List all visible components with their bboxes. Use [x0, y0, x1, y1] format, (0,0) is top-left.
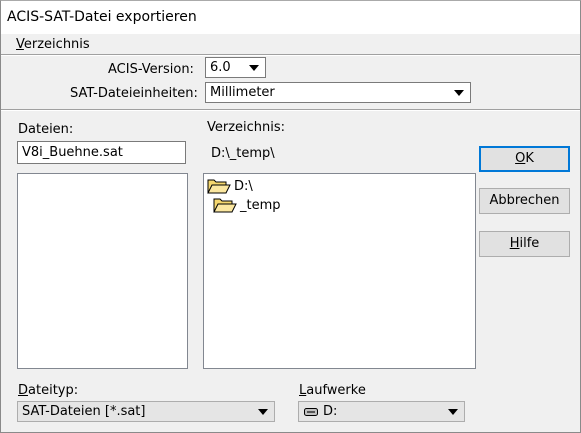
directory-label: Verzeichnis:	[207, 120, 286, 135]
open-folder-icon	[207, 179, 231, 194]
ok-button[interactable]: OK	[479, 146, 570, 172]
tree-item-label: _temp	[240, 198, 281, 213]
drives-rest: aufwerke	[306, 383, 366, 398]
tree-item-label: D:\	[234, 179, 253, 194]
help-button[interactable]: Hilfe	[479, 231, 570, 257]
filetype-rest: ateityp:	[28, 383, 79, 398]
directory-tree[interactable]: D:\ _temp	[203, 173, 476, 369]
sat-units-dropdown[interactable]: Millimeter	[205, 82, 471, 103]
menu-separator	[1, 54, 580, 56]
filetype-label: Dateityp:	[18, 383, 78, 398]
window-title: ACIS-SAT-Datei exportieren	[7, 9, 197, 25]
tree-item-drive-root[interactable]: D:\	[207, 177, 327, 197]
files-label: Dateien:	[18, 122, 74, 137]
chevron-down-icon	[258, 409, 268, 415]
sat-units-value: Millimeter	[210, 85, 275, 100]
files-listbox[interactable]	[17, 173, 188, 369]
ok-mnemonic: O	[515, 151, 526, 166]
chevron-down-icon	[249, 65, 259, 71]
drives-value: D:	[323, 404, 338, 419]
title-bar[interactable]: ACIS-SAT-Datei exportieren	[1, 1, 580, 34]
drives-dropdown[interactable]: D:	[298, 401, 465, 422]
filename-input[interactable]: V8i_Buehne.sat	[17, 141, 186, 164]
filetype-mnemonic: D	[18, 383, 29, 398]
cancel-button[interactable]: Abbrechen	[479, 188, 570, 214]
acis-version-dropdown[interactable]: 6.0	[205, 57, 266, 78]
acis-sat-export-dialog: ACIS-SAT-Datei exportieren Verzeichnis A…	[0, 0, 581, 433]
filetype-value: SAT-Dateien [*.sat]	[22, 404, 146, 419]
menu-verzeichnis-mnemonic: V	[16, 37, 24, 52]
sat-units-label: SAT-Dateieinheiten:	[70, 86, 198, 101]
drives-label: Laufwerke	[299, 383, 366, 398]
current-directory-path: D:\_temp\	[211, 146, 275, 161]
tree-item-temp[interactable]: _temp	[213, 196, 333, 216]
drive-icon	[304, 408, 318, 416]
open-folder-icon	[213, 198, 237, 213]
filetype-dropdown[interactable]: SAT-Dateien [*.sat]	[17, 401, 275, 422]
chevron-down-icon	[454, 90, 464, 96]
acis-version-value: 6.0	[210, 60, 231, 75]
menu-bar: Verzeichnis	[1, 34, 580, 54]
acis-version-label: ACIS-Version:	[108, 62, 194, 77]
options-separator	[1, 109, 580, 111]
filename-value: V8i_Buehne.sat	[22, 145, 123, 160]
menu-verzeichnis[interactable]: Verzeichnis	[16, 37, 90, 52]
help-rest: ilfe	[519, 236, 540, 251]
menu-verzeichnis-rest: erzeichnis	[23, 37, 90, 52]
ok-rest: K	[525, 151, 534, 166]
chevron-down-icon	[448, 409, 458, 415]
